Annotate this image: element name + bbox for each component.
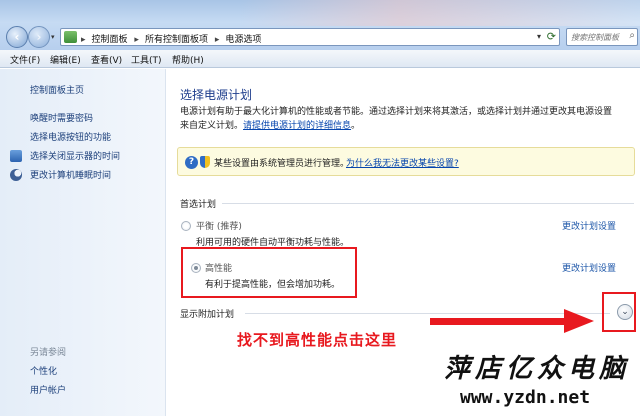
description-suffix: 。 bbox=[351, 121, 361, 131]
sidebar-item-user-accounts[interactable]: 用户帐户 bbox=[30, 383, 66, 396]
menu-file[interactable]: 文件(F) bbox=[10, 53, 40, 66]
title-decoration bbox=[240, 0, 640, 26]
sidebar-item-sleep-time[interactable]: 更改计算机睡眠时间 bbox=[30, 168, 111, 181]
annotation-arrow-shaft bbox=[430, 318, 566, 325]
menu-bar: 文件(F) 编辑(E) 查看(V) 工具(T) 帮助(H) bbox=[0, 50, 640, 68]
plan-name-balanced[interactable]: 平衡 (推荐) bbox=[196, 219, 242, 232]
info-text: 某些设置由系统管理员进行管理。 bbox=[214, 159, 350, 169]
annotation-arrow-head bbox=[564, 309, 594, 333]
admin-info-bar: ? 某些设置由系统管理员进行管理。 为什么我无法更改某些设置? bbox=[177, 147, 635, 176]
control-panel-icon bbox=[64, 31, 77, 43]
sidebar: 控制面板主页 唤醒时需要密码 选择电源按钮的功能 选择关闭显示器的时间 更改计算… bbox=[0, 69, 166, 416]
why-cant-change-link[interactable]: 为什么我无法更改某些设置? bbox=[346, 156, 459, 169]
breadcrumb-separator-icon: ▸ bbox=[214, 35, 220, 45]
monitor-icon bbox=[10, 150, 22, 162]
refresh-icon[interactable]: ⟳ bbox=[547, 30, 556, 43]
change-plan-settings-high-performance[interactable]: 更改计划设置 bbox=[562, 261, 616, 274]
chevron-down-icon[interactable]: ⌄ bbox=[617, 304, 633, 320]
change-plan-settings-balanced[interactable]: 更改计划设置 bbox=[562, 219, 616, 232]
shield-icon bbox=[200, 156, 210, 168]
breadcrumb-all-items[interactable]: 所有控制面板项 bbox=[145, 35, 208, 45]
breadcrumb: ▸ 控制面板 ▸ 所有控制面板项 ▸ 电源选项 bbox=[81, 32, 265, 45]
section-divider bbox=[245, 313, 610, 314]
see-also-heading: 另请参阅 bbox=[30, 348, 67, 358]
title-bar: ‹ › ▾ ▸ 控制面板 ▸ 所有控制面板项 ▸ 电源选项 ▾ ⟳ ⌕ bbox=[0, 0, 640, 50]
search-input[interactable] bbox=[567, 29, 625, 45]
description-prefix: 来自定义计划。 bbox=[180, 121, 244, 131]
annotation-text: 找不到高性能点击这里 bbox=[237, 331, 398, 349]
menu-edit[interactable]: 编辑(E) bbox=[50, 53, 81, 66]
sidebar-item-wake-password[interactable]: 唤醒时需要密码 bbox=[30, 111, 93, 124]
page-description: 电源计划有助于最大化计算机的性能或者节能。通过选择计划来将其激活，或选择计划并通… bbox=[180, 105, 632, 133]
history-dropdown-icon[interactable]: ▾ bbox=[51, 33, 55, 41]
forward-button[interactable]: › bbox=[28, 26, 50, 48]
sleep-moon-icon bbox=[10, 169, 22, 181]
menu-view[interactable]: 查看(V) bbox=[91, 53, 122, 66]
description-line-1: 电源计划有助于最大化计算机的性能或者节能。通过选择计划来将其激活，或选择计划并通… bbox=[180, 107, 613, 117]
menu-help[interactable]: 帮助(H) bbox=[172, 53, 204, 66]
search-box[interactable]: ⌕ bbox=[566, 28, 638, 46]
breadcrumb-separator-icon: ▸ bbox=[81, 35, 86, 45]
highlight-box bbox=[181, 247, 357, 298]
plan-radio-balanced[interactable] bbox=[181, 221, 191, 231]
info-icon: ? bbox=[185, 156, 198, 169]
description-line-2: 来自定义计划。请提供电源计划的详细信息。 bbox=[180, 119, 632, 133]
page-title: 选择电源计划 bbox=[180, 88, 253, 102]
address-bar[interactable]: ▸ 控制面板 ▸ 所有控制面板项 ▸ 电源选项 ▾ ⟳ bbox=[60, 28, 560, 46]
plan-details-link[interactable]: 请提供电源计划的详细信息 bbox=[243, 121, 351, 131]
watermark-brand: 萍店亿众电脑 bbox=[444, 354, 631, 384]
watermark-url: www.yzdn.net bbox=[460, 387, 591, 408]
address-dropdown-icon[interactable]: ▾ bbox=[537, 32, 541, 41]
sidebar-home-link[interactable]: 控制面板主页 bbox=[30, 83, 84, 96]
section-divider bbox=[222, 203, 634, 204]
sidebar-item-personalization[interactable]: 个性化 bbox=[30, 364, 57, 377]
search-icon[interactable]: ⌕ bbox=[629, 30, 635, 41]
sidebar-item-display-off[interactable]: 选择关闭显示器的时间 bbox=[30, 149, 120, 162]
breadcrumb-control-panel[interactable]: 控制面板 bbox=[92, 35, 128, 45]
back-button[interactable]: ‹ bbox=[6, 26, 28, 48]
breadcrumb-power-options[interactable]: 电源选项 bbox=[225, 35, 261, 45]
sidebar-item-power-button[interactable]: 选择电源按钮的功能 bbox=[30, 130, 111, 143]
show-additional-plans[interactable]: 显示附加计划 bbox=[180, 307, 234, 320]
menu-tools[interactable]: 工具(T) bbox=[131, 53, 162, 66]
preferred-plans-heading: 首选计划 bbox=[180, 200, 217, 210]
breadcrumb-separator-icon: ▸ bbox=[134, 35, 139, 45]
